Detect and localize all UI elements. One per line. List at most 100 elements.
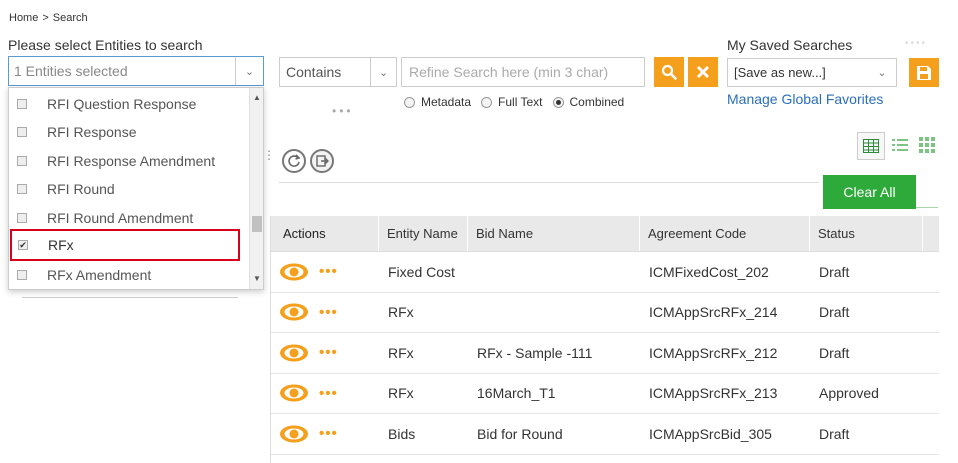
chevron-down-icon[interactable]: ⌄ [370,58,396,86]
search-mode-label: Combined [569,95,625,109]
more-icon[interactable]: ••• [319,344,338,361]
more-icon[interactable]: ••• [319,425,338,442]
checkbox-unchecked-icon[interactable] [17,213,27,223]
more-icon[interactable]: ••• [319,263,338,280]
table-row[interactable]: ••• RFx ICMAppSrcRFx_214 Draft [271,293,939,333]
cell-bid-name [468,293,640,333]
entity-picker-select[interactable]: 1 Entities selected ⌄ [8,56,264,86]
cell-bid-name [468,252,640,292]
search-input[interactable] [401,57,645,87]
eye-icon[interactable] [279,262,309,282]
entity-option[interactable]: RFI Response Amendment [9,147,249,175]
more-icon[interactable]: ••• [319,385,338,402]
checkbox-unchecked-icon[interactable] [17,99,27,109]
checkbox-checked-icon[interactable]: ✔ [18,240,28,250]
search-button[interactable] [654,57,684,87]
search-mode-label: Full Text [498,95,543,109]
close-icon [697,66,709,78]
chevron-down-icon[interactable]: ⌄ [235,57,263,85]
grid-view-icon [863,139,879,153]
entity-option[interactable]: RFI Round Amendment [9,204,249,232]
entity-option-label: RFx [48,237,74,253]
table-row[interactable]: ••• Fixed Cost ICMFixedCost_202 Draft [271,252,939,293]
entity-option-selected[interactable]: ✔ RFx [10,229,240,261]
loading-dots-icon: ••• [332,104,354,118]
column-header-actions: Actions [271,216,379,251]
entity-picker-value: 1 Entities selected [14,63,128,79]
manage-global-favorites-link[interactable]: Manage Global Favorites [727,91,883,107]
column-header-agreement-code[interactable]: Agreement Code [640,216,810,251]
eye-icon[interactable] [279,383,309,403]
cell-entity-name: Fixed Cost [388,263,455,280]
checkbox-unchecked-icon[interactable] [17,184,27,194]
decorative-underline [916,207,938,208]
entity-option-label: RFx Amendment [47,267,152,283]
radio-selected-icon[interactable] [552,96,564,108]
toolbar-divider [279,182,819,183]
cell-bid-name: RFx - Sample -111 [477,344,593,361]
refresh-button[interactable] [282,149,306,173]
cell-bid-name: Bid for Round [477,425,563,442]
row-actions: ••• [271,374,379,414]
saved-searches-label: My Saved Searches [727,37,853,53]
cell-bid-name: 16March_T1 [477,385,556,402]
search-operator-value: Contains [286,64,342,80]
table-row[interactable]: ••• RFx RFx - Sample -111 ICMAppSrcRFx_2… [271,333,939,374]
entity-option[interactable]: RFx Amendment [9,261,249,289]
eye-icon[interactable] [279,343,309,363]
entity-option[interactable]: RFI Question Response [9,90,249,118]
checkbox-unchecked-icon[interactable] [17,156,27,166]
eye-icon[interactable] [279,424,309,444]
table-row[interactable]: ••• Bids Bid for Round ICMAppSrcBid_305 … [271,414,939,455]
cell-agreement-code: ICMAppSrcRFx_213 [649,385,778,402]
list-view-button[interactable] [890,135,910,155]
grid-view-button[interactable] [857,132,885,160]
search-mode-combined[interactable]: Combined [552,95,625,109]
cell-entity-name: RFx [388,344,414,361]
entity-option[interactable]: RFI Round [9,175,249,203]
breadcrumb-separator: > [42,12,49,24]
column-header-bid-name[interactable]: Bid Name [468,216,640,251]
scroll-up-arrow-icon[interactable]: ▲ [250,90,263,104]
tile-view-button[interactable] [917,135,937,155]
cell-agreement-code: ICMFixedCost_202 [649,263,769,280]
table-row[interactable]: ••• RFx 16March_T1 ICMAppSrcRFx_213 Appr… [271,374,939,414]
scroll-down-arrow-icon[interactable]: ▼ [250,271,263,285]
checkbox-unchecked-icon[interactable] [17,270,27,280]
entity-option-label: RFI Response Amendment [47,153,216,169]
column-header-status[interactable]: Status [810,216,923,251]
search-operator-select[interactable]: Contains ⌄ [279,57,397,87]
search-mode-label: Metadata [421,95,472,109]
breadcrumb-home[interactable]: Home [9,12,38,24]
dropdown-scrollbar[interactable]: ▲ ▼ [249,88,263,289]
save-search-button[interactable] [909,58,939,87]
cell-status: Draft [819,344,850,361]
clear-search-button[interactable] [688,57,718,87]
cell-entity-name: Bids [388,425,416,442]
eye-icon[interactable] [279,302,309,322]
cell-status: Draft [819,304,850,321]
search-mode-group: Metadata Full Text Combined [404,95,634,109]
more-icon[interactable]: ••• [319,304,338,321]
saved-searches-select[interactable]: [Save as new...] ⌄ [727,58,897,87]
checkbox-unchecked-icon[interactable] [17,127,27,137]
export-button[interactable] [310,149,334,173]
radio-unselected-icon[interactable] [404,96,415,108]
export-icon [316,155,329,167]
search-icon [661,64,677,80]
column-header-entity-name[interactable]: Entity Name [379,216,468,251]
search-mode-full-text[interactable]: Full Text [481,95,543,109]
clear-all-button[interactable]: Clear All [823,175,916,209]
cell-agreement-code: ICMAppSrcRFx_212 [649,344,778,361]
chevron-down-icon[interactable]: ⌄ [868,59,896,86]
radio-unselected-icon[interactable] [481,96,493,108]
breadcrumb: Home > Search [9,12,88,24]
cell-status: Draft [819,263,850,280]
search-mode-metadata[interactable]: Metadata [404,95,471,109]
entity-option-label: RFI Round Amendment [47,210,194,226]
scrollbar-thumb[interactable] [252,216,262,232]
tile-view-icon [919,137,935,153]
breadcrumb-current: Search [52,12,88,24]
entity-option[interactable]: RFI Response [9,118,249,146]
save-icon [917,65,931,80]
